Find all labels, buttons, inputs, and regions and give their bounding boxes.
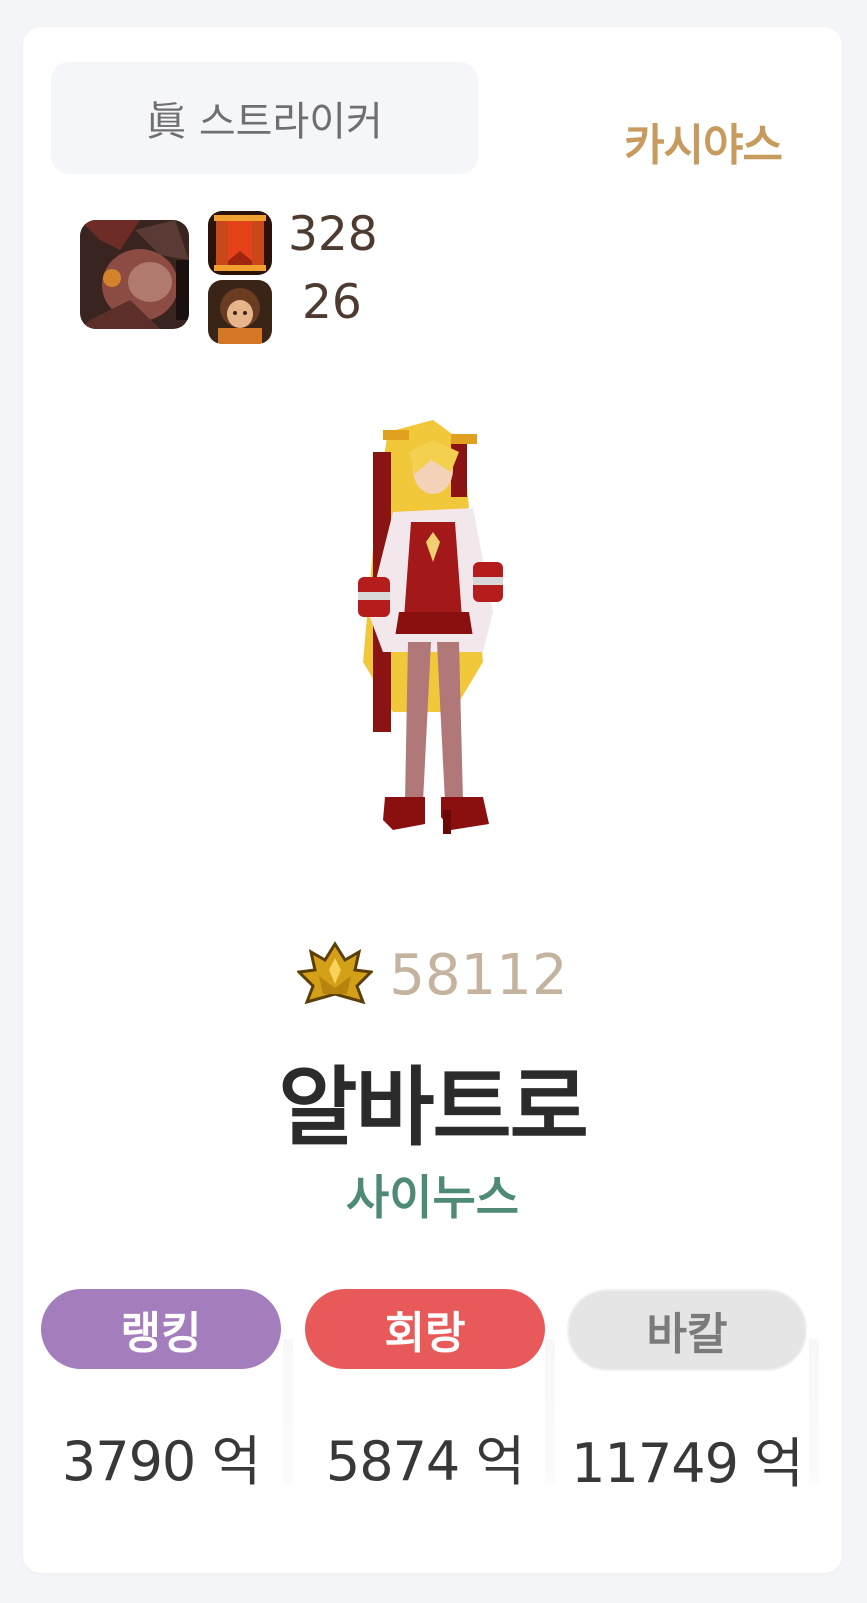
character-face-icon <box>208 280 272 344</box>
stat-corridor: 회랑 5874 억 <box>305 1289 545 1496</box>
column-divider <box>545 1339 555 1484</box>
stat-ranking: 랭킹 3790 억 <box>41 1289 281 1496</box>
red-banner-icon <box>208 211 272 275</box>
bakal-value: 11749 억 <box>571 1432 804 1495</box>
badge-count-1: 328 <box>288 207 378 262</box>
column-divider <box>809 1339 819 1484</box>
corridor-pill[interactable]: 회랑 <box>305 1289 545 1369</box>
ranking-pill[interactable]: 랭킹 <box>41 1289 281 1369</box>
creature-portrait-icon <box>80 220 189 329</box>
character-card: 眞 스트라이커 카시야스 328 26 58112 알바트로 사이누스 랭킹 3… <box>23 27 842 1573</box>
badge-count-2: 26 <box>302 275 362 330</box>
class-chip[interactable]: 眞 스트라이커 <box>51 62 478 174</box>
character-sprite-image <box>333 412 518 857</box>
server-name: 카시야스 <box>624 120 783 171</box>
guild-name[interactable]: 사이누스 <box>23 1159 842 1228</box>
bakal-label: 바칼 <box>646 1309 728 1360</box>
character-name: 알바트로 <box>278 1058 588 1158</box>
corridor-label: 회랑 <box>384 1308 466 1359</box>
ranking-label: 랭킹 <box>120 1308 202 1359</box>
fame-value: 58112 <box>389 942 568 1008</box>
gold-crest-icon <box>296 940 375 1010</box>
class-name: 眞 스트라이커 <box>146 99 383 145</box>
fame-row: 58112 <box>23 935 842 1015</box>
corridor-value: 5874 억 <box>325 1430 525 1493</box>
stat-bakal: 바칼 11749 억 <box>567 1289 807 1498</box>
column-divider <box>283 1339 293 1484</box>
ranking-value: 3790 억 <box>61 1430 261 1493</box>
bakal-pill[interactable]: 바칼 <box>567 1289 807 1371</box>
